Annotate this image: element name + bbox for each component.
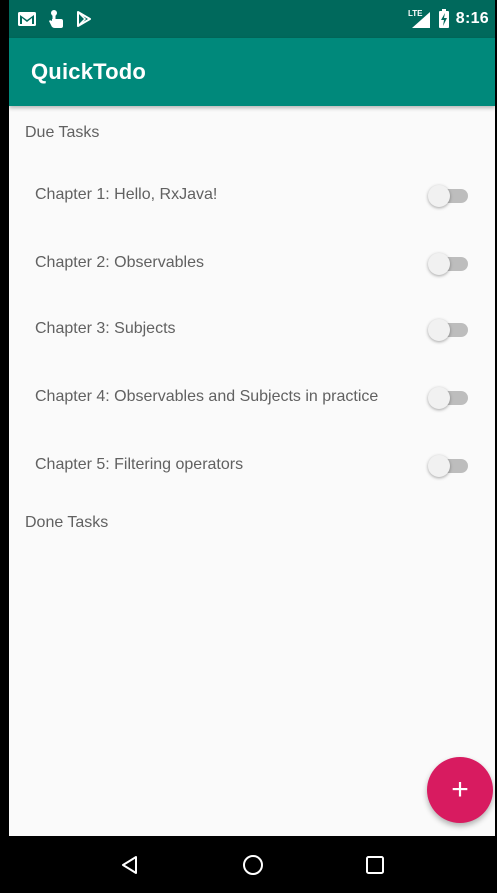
switch-thumb <box>428 319 450 341</box>
back-icon[interactable] <box>119 854 141 876</box>
status-bar: LTE 8:16 <box>9 0 495 38</box>
task-item[interactable]: Chapter 3: Subjects <box>9 304 495 354</box>
switch-thumb <box>428 455 450 477</box>
add-task-button[interactable]: + <box>427 757 493 823</box>
switch-thumb <box>428 387 450 409</box>
task-title: Chapter 4: Observables and Subjects in p… <box>35 388 379 405</box>
play-store-icon <box>75 10 93 28</box>
task-list[interactable]: Due Tasks Chapter 1: Hello, RxJava! Chap… <box>9 106 495 836</box>
task-item[interactable]: Chapter 2: Observables <box>9 238 495 288</box>
plus-icon: + <box>451 773 469 806</box>
task-title: Chapter 5: Filtering operators <box>35 456 244 473</box>
signal-icon: LTE <box>408 9 432 29</box>
task-item[interactable]: Chapter 4: Observables and Subjects in p… <box>9 372 495 422</box>
status-time: 8:16 <box>455 10 489 27</box>
task-title: Chapter 1: Hello, RxJava! <box>35 186 218 203</box>
battery-charging-icon <box>438 9 450 29</box>
home-icon[interactable] <box>241 853 265 877</box>
due-tasks-header: Due Tasks <box>25 124 100 141</box>
task-done-switch[interactable] <box>428 455 468 477</box>
notification-icons <box>17 9 93 29</box>
task-title: Chapter 3: Subjects <box>35 320 176 337</box>
navigation-bar <box>9 836 495 893</box>
switch-thumb <box>428 253 450 275</box>
device-screen: LTE 8:16 QuickTodo Due Tasks Chapter 1: … <box>0 0 497 893</box>
task-done-switch[interactable] <box>428 185 468 207</box>
gmail-icon <box>17 11 37 27</box>
network-type-label: LTE <box>408 9 423 18</box>
task-item[interactable]: Chapter 1: Hello, RxJava! <box>9 170 495 220</box>
done-tasks-header: Done Tasks <box>25 514 109 531</box>
task-done-switch[interactable] <box>428 387 468 409</box>
app-title: QuickTodo <box>31 59 147 84</box>
task-item[interactable]: Chapter 5: Filtering operators <box>9 440 495 490</box>
task-done-switch[interactable] <box>428 253 468 275</box>
touch-icon <box>47 9 65 29</box>
task-title: Chapter 2: Observables <box>35 254 204 271</box>
switch-thumb <box>428 185 450 207</box>
system-icons: LTE 8:16 <box>408 9 489 29</box>
recents-icon[interactable] <box>365 855 385 875</box>
app-bar: QuickTodo <box>9 38 495 106</box>
task-done-switch[interactable] <box>428 319 468 341</box>
